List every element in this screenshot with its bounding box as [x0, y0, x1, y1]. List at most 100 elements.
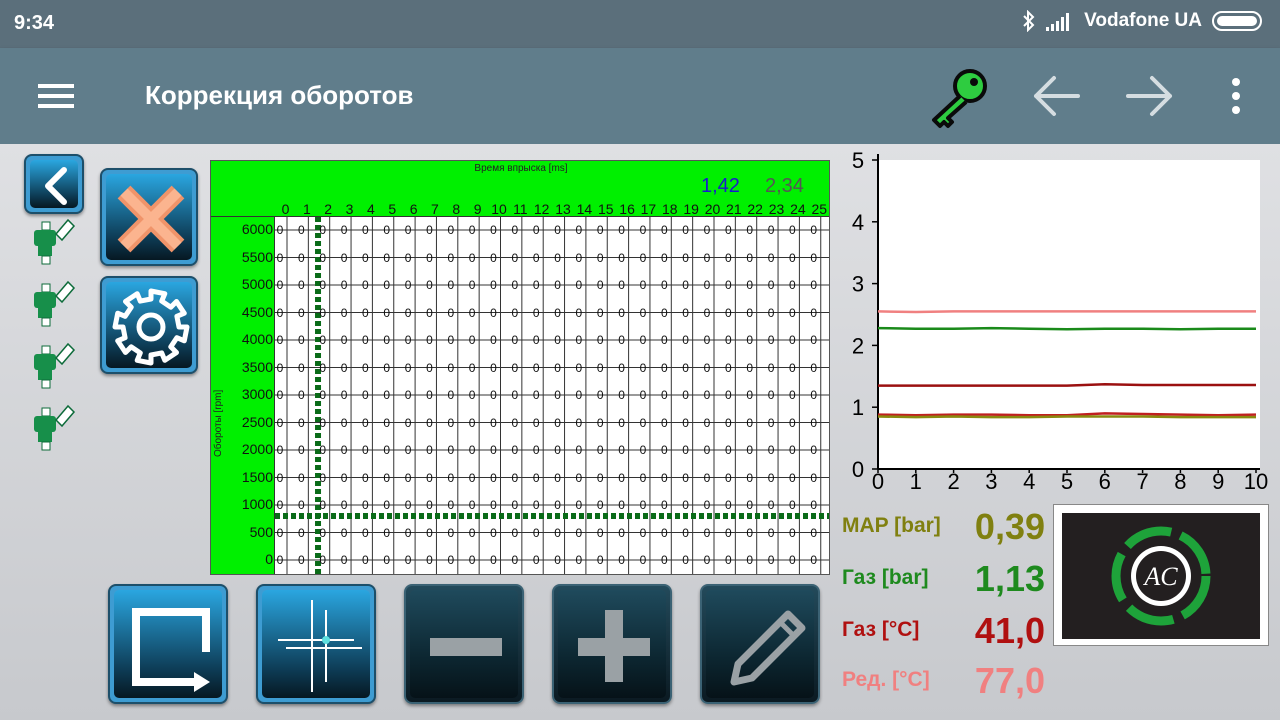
- table-cell[interactable]: 0: [785, 306, 799, 320]
- table-cell[interactable]: 0: [529, 278, 543, 292]
- table-cell[interactable]: 0: [316, 306, 330, 320]
- table-cell[interactable]: 0: [551, 388, 565, 402]
- table-cell[interactable]: 0: [380, 251, 394, 265]
- table-cell[interactable]: 0: [465, 471, 479, 485]
- table-cell[interactable]: 0: [358, 306, 372, 320]
- table-cell[interactable]: 0: [487, 278, 501, 292]
- table-cell[interactable]: 0: [807, 553, 821, 567]
- correction-table[interactable]: Время впрыска [ms] 1,42 2,34 01234567891…: [210, 160, 830, 575]
- table-cell[interactable]: 0: [508, 553, 522, 567]
- table-cell[interactable]: 0: [785, 278, 799, 292]
- table-cell[interactable]: 0: [657, 333, 671, 347]
- table-cell[interactable]: 0: [401, 333, 415, 347]
- table-cell[interactable]: 0: [380, 333, 394, 347]
- table-cell[interactable]: 0: [743, 526, 757, 540]
- table-cell[interactable]: 0: [593, 223, 607, 237]
- table-cell[interactable]: 0: [551, 526, 565, 540]
- table-cell[interactable]: 0: [721, 306, 735, 320]
- table-cell[interactable]: 0: [593, 416, 607, 430]
- table-cell[interactable]: 0: [593, 333, 607, 347]
- table-cell[interactable]: 0: [380, 416, 394, 430]
- table-cell[interactable]: 0: [679, 416, 693, 430]
- table-cell[interactable]: 0: [657, 526, 671, 540]
- table-cell[interactable]: 0: [294, 416, 308, 430]
- table-cell[interactable]: 0: [444, 251, 458, 265]
- table-cell[interactable]: 0: [294, 443, 308, 457]
- table-cell[interactable]: 0: [679, 388, 693, 402]
- table-cell[interactable]: 0: [273, 251, 287, 265]
- table-cell[interactable]: 0: [721, 553, 735, 567]
- table-cell[interactable]: 0: [294, 251, 308, 265]
- table-cell[interactable]: 0: [487, 333, 501, 347]
- table-cell[interactable]: 0: [721, 526, 735, 540]
- table-cell[interactable]: 0: [529, 526, 543, 540]
- table-cell[interactable]: 0: [465, 361, 479, 375]
- table-cell[interactable]: 0: [444, 388, 458, 402]
- increase-button[interactable]: [552, 584, 672, 704]
- table-cell[interactable]: 0: [679, 361, 693, 375]
- table-cell[interactable]: 0: [316, 471, 330, 485]
- table-cell[interactable]: 0: [465, 443, 479, 457]
- close-button[interactable]: [100, 168, 198, 266]
- table-cell[interactable]: 0: [273, 526, 287, 540]
- table-cell[interactable]: 0: [700, 361, 714, 375]
- table-cell[interactable]: 0: [316, 388, 330, 402]
- table-cell[interactable]: 0: [572, 361, 586, 375]
- table-cell[interactable]: 0: [358, 251, 372, 265]
- table-cell[interactable]: 0: [700, 251, 714, 265]
- table-cell[interactable]: 0: [743, 498, 757, 512]
- table-cell[interactable]: 0: [294, 333, 308, 347]
- table-cell[interactable]: 0: [444, 278, 458, 292]
- table-cell[interactable]: 0: [615, 553, 629, 567]
- menu-icon[interactable]: [34, 78, 78, 114]
- table-cell[interactable]: 0: [487, 416, 501, 430]
- table-cell[interactable]: 0: [358, 443, 372, 457]
- table-cell[interactable]: 0: [358, 416, 372, 430]
- decrease-button[interactable]: [404, 584, 524, 704]
- table-cell[interactable]: 0: [337, 361, 351, 375]
- table-cell[interactable]: 0: [615, 416, 629, 430]
- table-cell[interactable]: 0: [721, 471, 735, 485]
- table-cell[interactable]: 0: [337, 526, 351, 540]
- table-cell[interactable]: 0: [743, 361, 757, 375]
- table-cell[interactable]: 0: [615, 443, 629, 457]
- table-cell[interactable]: 0: [487, 526, 501, 540]
- table-cell[interactable]: 0: [337, 471, 351, 485]
- key-icon[interactable]: [920, 62, 1000, 137]
- table-cell[interactable]: 0: [401, 498, 415, 512]
- table-cell[interactable]: 0: [721, 361, 735, 375]
- table-cell[interactable]: 0: [273, 333, 287, 347]
- table-cell[interactable]: 0: [807, 471, 821, 485]
- table-cell[interactable]: 0: [551, 361, 565, 375]
- table-cell[interactable]: 0: [593, 388, 607, 402]
- table-cell[interactable]: 0: [422, 416, 436, 430]
- table-cell[interactable]: 0: [615, 278, 629, 292]
- table-cell[interactable]: 0: [743, 471, 757, 485]
- table-cell[interactable]: 0: [593, 278, 607, 292]
- table-cell[interactable]: 0: [401, 251, 415, 265]
- table-cell[interactable]: 0: [337, 443, 351, 457]
- table-cell[interactable]: 0: [636, 553, 650, 567]
- table-cell[interactable]: 0: [273, 361, 287, 375]
- table-cell[interactable]: 0: [636, 251, 650, 265]
- select-area-button[interactable]: [108, 584, 228, 704]
- table-cell[interactable]: 0: [401, 553, 415, 567]
- table-cell[interactable]: 0: [380, 361, 394, 375]
- table-cell[interactable]: 0: [679, 553, 693, 567]
- table-cell[interactable]: 0: [273, 416, 287, 430]
- table-cell[interactable]: 0: [764, 553, 778, 567]
- table-cell[interactable]: 0: [380, 443, 394, 457]
- table-cell[interactable]: 0: [743, 388, 757, 402]
- back-button[interactable]: [24, 154, 84, 214]
- table-cell[interactable]: 0: [551, 278, 565, 292]
- table-cell[interactable]: 0: [487, 251, 501, 265]
- table-cell[interactable]: 0: [572, 443, 586, 457]
- table-cell[interactable]: 0: [636, 333, 650, 347]
- table-cell[interactable]: 0: [316, 361, 330, 375]
- table-cell[interactable]: 0: [273, 471, 287, 485]
- table-cell[interactable]: 0: [358, 278, 372, 292]
- table-cell[interactable]: 0: [593, 553, 607, 567]
- table-cell[interactable]: 0: [529, 361, 543, 375]
- table-cell[interactable]: 0: [551, 416, 565, 430]
- table-cell[interactable]: 0: [487, 498, 501, 512]
